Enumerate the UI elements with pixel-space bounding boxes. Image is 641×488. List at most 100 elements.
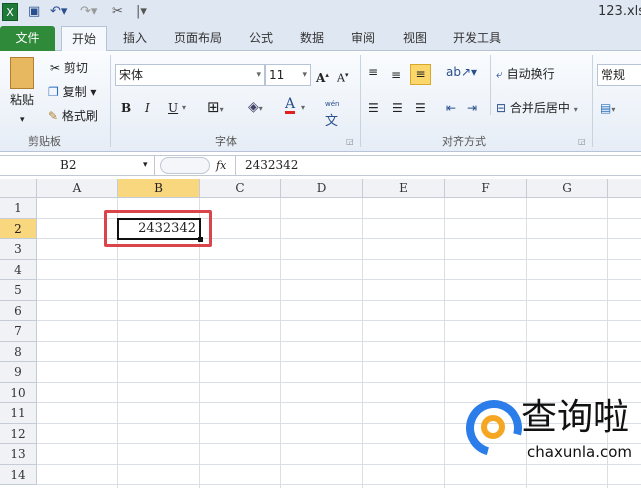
alignment-dialog-launcher-icon[interactable]: ◲ bbox=[578, 133, 586, 151]
row-header-12[interactable]: 12 bbox=[0, 423, 37, 444]
font-color-dropdown-icon[interactable]: ▾ bbox=[301, 99, 305, 117]
tab-data[interactable]: 数据 bbox=[292, 26, 332, 51]
column-header-f[interactable]: F bbox=[445, 179, 527, 198]
tab-file[interactable]: 文件 bbox=[0, 26, 55, 51]
row-header-1[interactable]: 1 bbox=[0, 198, 37, 219]
font-name-select[interactable]: 宋体 ▾ bbox=[115, 64, 265, 86]
align-right-icon[interactable]: ☰ bbox=[415, 99, 426, 117]
tab-page-layout[interactable]: 页面布局 bbox=[168, 26, 228, 51]
decrease-indent-icon[interactable]: ⇤ bbox=[446, 99, 456, 117]
watermark-brand: 查询啦 bbox=[521, 397, 630, 438]
font-color-button[interactable]: A bbox=[285, 97, 296, 114]
row-header-11[interactable]: 11 bbox=[0, 403, 37, 424]
italic-button[interactable]: I bbox=[145, 99, 150, 117]
undo-icon[interactable]: ↶▾ bbox=[50, 3, 67, 21]
save-icon[interactable]: ▣ bbox=[28, 3, 40, 21]
row-header-6[interactable]: 6 bbox=[0, 300, 37, 321]
gridline bbox=[362, 198, 363, 488]
align-center-icon[interactable]: ☰ bbox=[392, 99, 403, 117]
phonetic-icon[interactable]: wén 文 bbox=[325, 95, 339, 132]
formula-bar-resize-handle[interactable] bbox=[160, 157, 210, 174]
tab-home[interactable]: 开始 bbox=[61, 26, 107, 52]
number-format-select[interactable]: 常规 bbox=[597, 64, 641, 86]
divider bbox=[490, 55, 491, 115]
insert-function-icon[interactable]: fx bbox=[216, 156, 226, 175]
align-left-icon[interactable]: ☰ bbox=[368, 99, 379, 117]
format-painter-label: 格式刷 bbox=[61, 109, 98, 123]
gridline bbox=[37, 258, 641, 260]
copy-icon: ❐ bbox=[48, 85, 59, 99]
increase-indent-icon[interactable]: ⇥ bbox=[467, 99, 477, 117]
align-bottom-icon[interactable]: ≡ bbox=[410, 64, 431, 85]
row-header-10[interactable]: 10 bbox=[0, 382, 37, 403]
clipboard-group-label: 剪贴板 bbox=[28, 135, 61, 148]
column-header-a[interactable]: A bbox=[37, 179, 118, 198]
row-header-5[interactable]: 5 bbox=[0, 280, 37, 301]
cut-button[interactable]: ✂ 剪切 bbox=[50, 59, 88, 77]
orientation-icon[interactable]: ab↗▾ bbox=[446, 63, 477, 81]
wrap-text-button[interactable]: ⤶ 自动换行 bbox=[496, 65, 555, 83]
gridline bbox=[37, 484, 641, 485]
merge-center-button[interactable]: ⊟ 合并后居中 ▾ bbox=[496, 99, 578, 119]
tab-view[interactable]: 视图 bbox=[395, 26, 435, 51]
merge-icon: ⊟ bbox=[496, 101, 507, 115]
copy-label: 复制 bbox=[62, 85, 87, 99]
gridline bbox=[37, 381, 641, 383]
copy-button[interactable]: ❐ 复制 ▾ bbox=[48, 83, 96, 101]
paste-icon[interactable] bbox=[10, 57, 34, 89]
font-size-select[interactable]: 11 ▾ bbox=[265, 64, 311, 86]
row-header-14[interactable]: 14 bbox=[0, 464, 37, 485]
watermark-url: chaxunla.com bbox=[527, 443, 632, 461]
column-header-e[interactable]: E bbox=[363, 179, 445, 198]
fill-color-icon[interactable]: ◈▾ bbox=[248, 98, 263, 118]
alignment-group-label: 对齐方式 bbox=[442, 135, 486, 148]
grow-font-icon[interactable]: A▴ bbox=[316, 66, 329, 87]
column-header-h[interactable] bbox=[608, 179, 641, 198]
row-header-3[interactable]: 3 bbox=[0, 239, 37, 260]
column-header-g[interactable]: G bbox=[527, 179, 608, 198]
formula-bar: B2 ▾ fx 2432342 bbox=[0, 155, 641, 176]
shrink-font-icon[interactable]: A▾ bbox=[337, 66, 348, 88]
align-top-icon[interactable]: ≡ bbox=[368, 63, 378, 81]
column-header-c[interactable]: C bbox=[200, 179, 281, 198]
watermark-magnifier-icon bbox=[481, 415, 505, 439]
bold-button[interactable]: B bbox=[121, 99, 131, 117]
row-header-2[interactable]: 2 bbox=[0, 218, 37, 239]
gridline bbox=[444, 198, 445, 488]
tools-icon[interactable]: ✂ bbox=[112, 3, 123, 21]
tab-formulas[interactable]: 公式 bbox=[241, 26, 281, 51]
tab-review[interactable]: 审阅 bbox=[343, 26, 383, 51]
name-box[interactable]: B2 bbox=[0, 156, 155, 175]
gridline bbox=[37, 279, 641, 280]
cell-b2[interactable]: 2432342 bbox=[117, 218, 201, 240]
align-middle-icon[interactable]: ≡ bbox=[391, 66, 401, 84]
row-header-4[interactable]: 4 bbox=[0, 259, 37, 280]
row-header-13[interactable]: 13 bbox=[0, 444, 37, 465]
font-size-value: 11 bbox=[269, 68, 285, 82]
window-title: 123.xlsx bbox=[598, 4, 641, 19]
tab-insert[interactable]: 插入 bbox=[115, 26, 155, 51]
brush-icon: ✎ bbox=[48, 109, 59, 123]
format-painter-button[interactable]: ✎ 格式刷 bbox=[48, 107, 98, 125]
title-bar: X ▣ ↶▾ ↷▾ ✂ |▾ 123.xlsx bbox=[0, 0, 641, 24]
fill-handle[interactable] bbox=[198, 237, 203, 242]
select-all-corner[interactable] bbox=[0, 179, 37, 198]
row-header-9[interactable]: 9 bbox=[0, 362, 37, 383]
paste-dropdown-icon[interactable]: ▾ bbox=[20, 111, 25, 129]
formula-input[interactable]: 2432342 bbox=[245, 156, 298, 175]
column-header-d[interactable]: D bbox=[281, 179, 363, 198]
row-header-7[interactable]: 7 bbox=[0, 321, 37, 342]
tab-developer[interactable]: 开发工具 bbox=[447, 26, 507, 51]
redo-icon[interactable]: ↷▾ bbox=[80, 3, 97, 21]
name-box-dropdown-icon[interactable]: ▾ bbox=[143, 156, 148, 175]
font-dialog-launcher-icon[interactable]: ◲ bbox=[346, 133, 354, 151]
customize-icon[interactable]: |▾ bbox=[136, 3, 147, 21]
underline-dropdown-icon[interactable]: ▾ bbox=[182, 99, 186, 117]
row-header-8[interactable]: 8 bbox=[0, 341, 37, 362]
paste-button[interactable]: 粘贴 bbox=[10, 91, 34, 109]
currency-format-icon[interactable]: ▤▾ bbox=[600, 99, 615, 119]
underline-button[interactable]: U bbox=[168, 99, 178, 117]
borders-icon[interactable]: ⊞▾ bbox=[207, 98, 224, 119]
column-header-b[interactable]: B bbox=[118, 179, 200, 198]
ribbon-tabs: 文件 开始 插入 页面布局 公式 数据 审阅 视图 开发工具 bbox=[0, 24, 641, 52]
